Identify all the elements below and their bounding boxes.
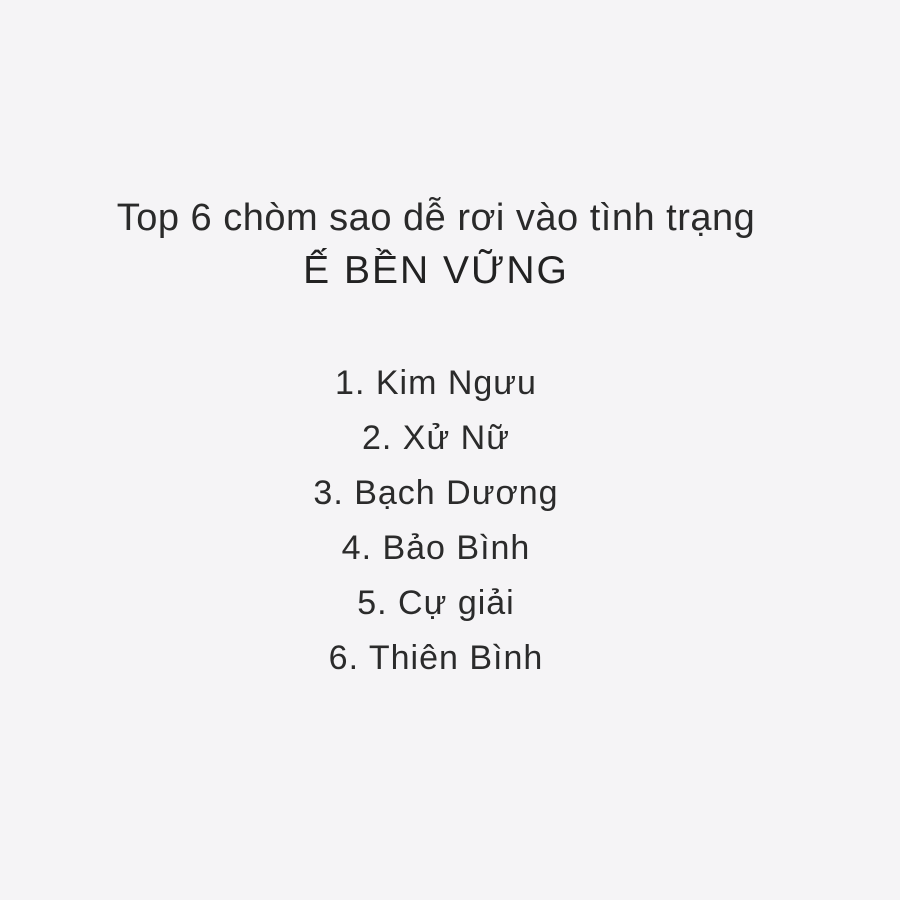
ranking-item-4: 4. Bảo Bình <box>341 529 531 567</box>
ranking-item-5: 5. Cự giải <box>357 584 515 622</box>
ranking-item-6: 6. Thiên Bình <box>328 639 544 677</box>
headline: Ế BỀN VỮNG <box>303 249 569 292</box>
ranking-item-2: 2. Xử Nữ <box>361 419 510 457</box>
ranking-list: 1. Kim Ngưu 2. Xử Nữ 3. Bạch Dương 4. Bả… <box>0 356 872 686</box>
poster: Top 6 chòm sao dễ rơi vào tình trạng Ế B… <box>0 0 900 900</box>
ranking-item-3: 3. Bạch Dương <box>313 474 559 512</box>
ranking-item-1: 1. Kim Ngưu <box>335 364 537 402</box>
subtitle: Top 6 chòm sao dễ rơi vào tình trạng <box>116 197 756 239</box>
